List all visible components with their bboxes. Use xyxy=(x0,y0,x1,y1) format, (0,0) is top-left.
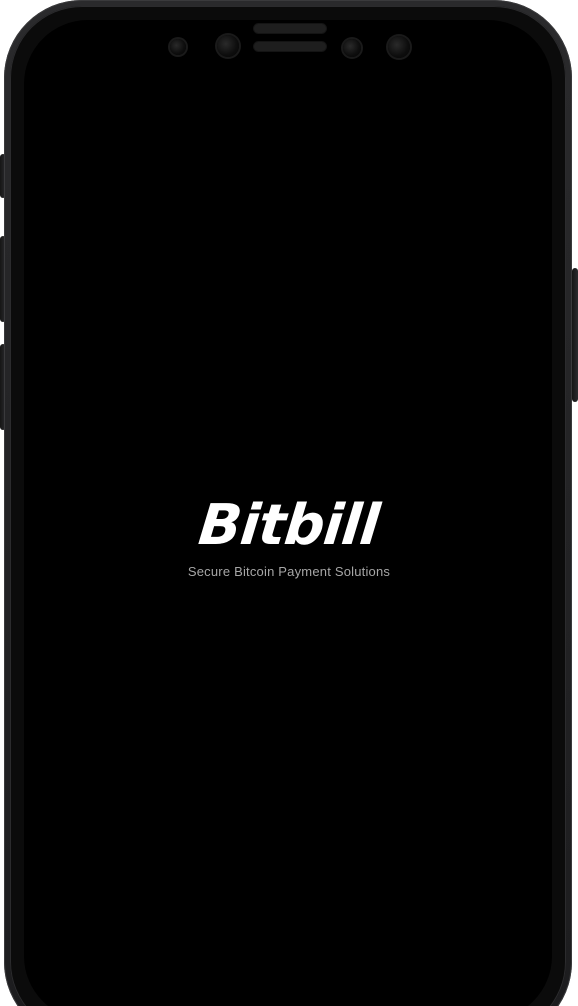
earpiece-grill xyxy=(254,42,326,51)
front-camera xyxy=(217,35,239,57)
ambient-sensor xyxy=(343,39,361,57)
brand-logo: Bitbill xyxy=(195,493,383,558)
earpiece-speaker xyxy=(254,24,326,33)
power-button xyxy=(572,268,578,402)
splash-content: Bitbill Secure Bitcoin Payment Solutions xyxy=(0,493,578,579)
device-mockup: Bitbill Secure Bitcoin Payment Solutions xyxy=(0,0,578,1006)
dot-projector xyxy=(388,36,410,58)
brand-tagline: Secure Bitcoin Payment Solutions xyxy=(187,564,391,579)
proximity-sensor xyxy=(170,39,186,55)
